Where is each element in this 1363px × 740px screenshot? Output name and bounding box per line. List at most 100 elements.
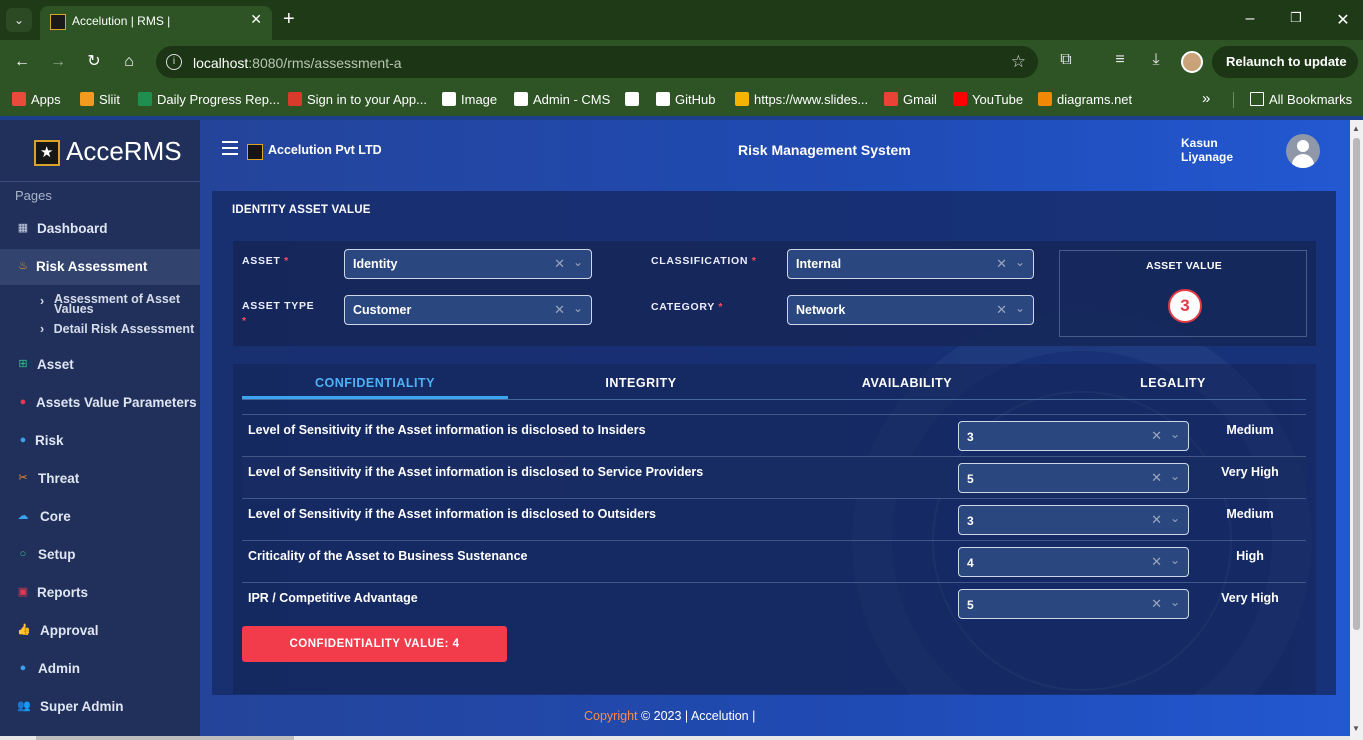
bookmark-github[interactable]: GitHub [656, 92, 715, 107]
sidebar-subitem-detail-risk-assessment[interactable]: › Detail Risk Assessment [40, 322, 194, 336]
bookmarks-overflow-icon[interactable]: » [1202, 90, 1210, 107]
extensions-icon[interactable]: ⧉ [1055, 51, 1077, 69]
classification-select[interactable]: Internal ✕ ⌄ [787, 249, 1034, 279]
chevron-down-icon[interactable]: ⌄ [1170, 427, 1180, 441]
asset-select[interactable]: Identity ✕ ⌄ [344, 249, 592, 279]
bookmark-diagrams[interactable]: diagrams.net [1038, 92, 1132, 107]
bookmark-slides[interactable]: https://www.slides... [735, 92, 868, 107]
tab-search-chevron-icon[interactable]: ⌄ [6, 8, 32, 32]
user-name[interactable]: Kasun Liyanage [1181, 136, 1251, 164]
score-select[interactable]: 4 ✕ ⌄ [958, 547, 1189, 577]
chevron-down-icon[interactable]: ⌄ [573, 255, 583, 269]
clear-icon[interactable]: ✕ [996, 302, 1007, 318]
sidebar-item-admin[interactable]: ● Admin [0, 651, 200, 687]
report-icon: ▣ [17, 586, 29, 598]
github-icon [656, 92, 670, 106]
bookmark-sliit[interactable]: Sliit [80, 92, 120, 107]
sidebar-item-dashboard[interactable]: ▦ Dashboard [0, 211, 200, 247]
tab-close-icon[interactable]: ✕ [250, 11, 262, 28]
site-info-icon[interactable]: i [166, 54, 182, 70]
category-select[interactable]: Network ✕ ⌄ [787, 295, 1034, 325]
sidebar-item-risk[interactable]: ● Risk [0, 423, 200, 459]
bookmark-daily-progress[interactable]: Daily Progress Rep... [138, 92, 280, 107]
address-bar[interactable]: i localhost:8080/rms/assessment-a ☆ [156, 46, 1038, 78]
chevron-down-icon[interactable]: ⌄ [1170, 595, 1180, 609]
bookmark-apps[interactable]: Apps [12, 92, 61, 107]
criterion-label: Criticality of the Asset to Business Sus… [248, 549, 528, 563]
score-select[interactable]: 3 ✕ ⌄ [958, 421, 1189, 451]
scroll-down-arrow-icon[interactable]: ▼ [1352, 724, 1360, 733]
sidebar-item-reports[interactable]: ▣ Reports [0, 575, 200, 611]
chevron-down-icon[interactable]: ⌄ [1170, 469, 1180, 483]
vertical-scrollbar[interactable]: ▲ ▼ [1350, 120, 1363, 740]
tab-legality[interactable]: LEGALITY [1040, 376, 1306, 390]
bookmark-sign-in[interactable]: Sign in to your App... [288, 92, 427, 107]
hamburger-menu-icon[interactable] [222, 141, 238, 155]
scrollbar-thumb[interactable] [1353, 138, 1360, 630]
bookmark-star-icon[interactable]: ☆ [1011, 52, 1026, 72]
new-tab-plus-icon[interactable]: + [283, 9, 295, 29]
chevron-down-icon[interactable]: ⌄ [1015, 301, 1025, 315]
rating-text: Medium [1226, 423, 1274, 437]
sidebar-subitem-assessment-of-asset-values[interactable]: › Assessment of Asset Values [40, 293, 180, 316]
sidebar-item-asset[interactable]: ⊞ Asset [0, 347, 200, 383]
clear-icon[interactable]: ✕ [1151, 596, 1162, 612]
sidebar-item-setup[interactable]: ○ Setup [0, 537, 200, 573]
horizontal-scrollbar[interactable] [0, 736, 1350, 740]
profile-avatar[interactable] [1181, 51, 1203, 73]
chevron-down-icon[interactable]: ⌄ [573, 301, 583, 315]
sidebar-item-threat[interactable]: ✂ Threat [0, 461, 200, 497]
bookmark-admin-cms[interactable]: Admin - CMS [514, 92, 610, 107]
chevron-down-icon[interactable]: ⌄ [1170, 511, 1180, 525]
criterion-label: Level of Sensitivity if the Asset inform… [248, 465, 704, 479]
all-bookmarks[interactable]: All Bookmarks [1250, 92, 1352, 107]
confidentiality-value-button[interactable]: CONFIDENTIALITY VALUE: 4 [242, 626, 507, 662]
bookmark-globe[interactable] [625, 92, 644, 107]
score-select[interactable]: 5 ✕ ⌄ [958, 589, 1189, 619]
chevron-down-icon[interactable]: ⌄ [1170, 553, 1180, 567]
horizontal-scrollbar-thumb[interactable] [36, 736, 294, 740]
download-icon[interactable]: ⤓ [1145, 51, 1167, 69]
sidebar-item-assets-value-parameters[interactable]: ● Assets Value Parameters [0, 385, 200, 421]
tab-availability[interactable]: AVAILABILITY [774, 376, 1040, 390]
sidebar-item-core[interactable]: ☁ Core [0, 499, 200, 535]
scroll-up-arrow-icon[interactable]: ▲ [1352, 124, 1360, 133]
sidebar-item-risk-assessment[interactable]: ♨ Risk Assessment [0, 249, 200, 285]
minimize-icon[interactable]: – [1240, 10, 1260, 28]
user-avatar[interactable] [1286, 134, 1320, 168]
score-select[interactable]: 5 ✕ ⌄ [958, 463, 1189, 493]
reload-icon[interactable]: ↻ [84, 52, 104, 72]
url-text[interactable]: localhost:8080/rms/assessment-a [193, 55, 402, 71]
clear-icon[interactable]: ✕ [1151, 470, 1162, 486]
forward-arrow-icon[interactable]: → [48, 52, 68, 72]
bookmarks-divider [1233, 92, 1234, 108]
copyright-link[interactable]: Copyright [584, 709, 638, 723]
window-close-icon[interactable]: ✕ [1333, 10, 1353, 30]
bookmark-gmail[interactable]: Gmail [884, 92, 937, 107]
clear-icon[interactable]: ✕ [1151, 428, 1162, 444]
score-select[interactable]: 3 ✕ ⌄ [958, 505, 1189, 535]
bookmark-image[interactable]: Image [442, 92, 497, 107]
table-row: Level of Sensitivity if the Asset inform… [242, 456, 1306, 498]
clear-icon[interactable]: ✕ [554, 256, 565, 272]
asset-type-select[interactable]: Customer ✕ ⌄ [344, 295, 592, 325]
globe-icon [625, 92, 639, 106]
back-arrow-icon[interactable]: ← [12, 52, 32, 72]
sidebar-item-approval[interactable]: 👍 Approval [0, 613, 200, 649]
restore-icon[interactable]: ❐ [1286, 10, 1306, 26]
company-logo-icon [247, 144, 263, 160]
media-queue-icon[interactable]: ≡ [1109, 51, 1131, 69]
home-icon[interactable]: ⌂ [119, 52, 139, 72]
browser-tab-active[interactable]: Accelution | RMS | ✕ [40, 6, 272, 40]
tab-confidentiality[interactable]: CONFIDENTIALITY [242, 376, 508, 390]
relaunch-button[interactable]: Relaunch to update ⋮ [1212, 46, 1358, 101]
tab-integrity[interactable]: INTEGRITY [508, 376, 774, 390]
clear-icon[interactable]: ✕ [554, 302, 565, 318]
sidebar-item-super-admin[interactable]: 👥 Super Admin [0, 689, 200, 725]
chevron-down-icon[interactable]: ⌄ [1015, 255, 1025, 269]
clear-icon[interactable]: ✕ [996, 256, 1007, 272]
bookmark-youtube[interactable]: YouTube [953, 92, 1023, 107]
clear-icon[interactable]: ✕ [1151, 554, 1162, 570]
sliit-icon [80, 92, 94, 106]
clear-icon[interactable]: ✕ [1151, 512, 1162, 528]
